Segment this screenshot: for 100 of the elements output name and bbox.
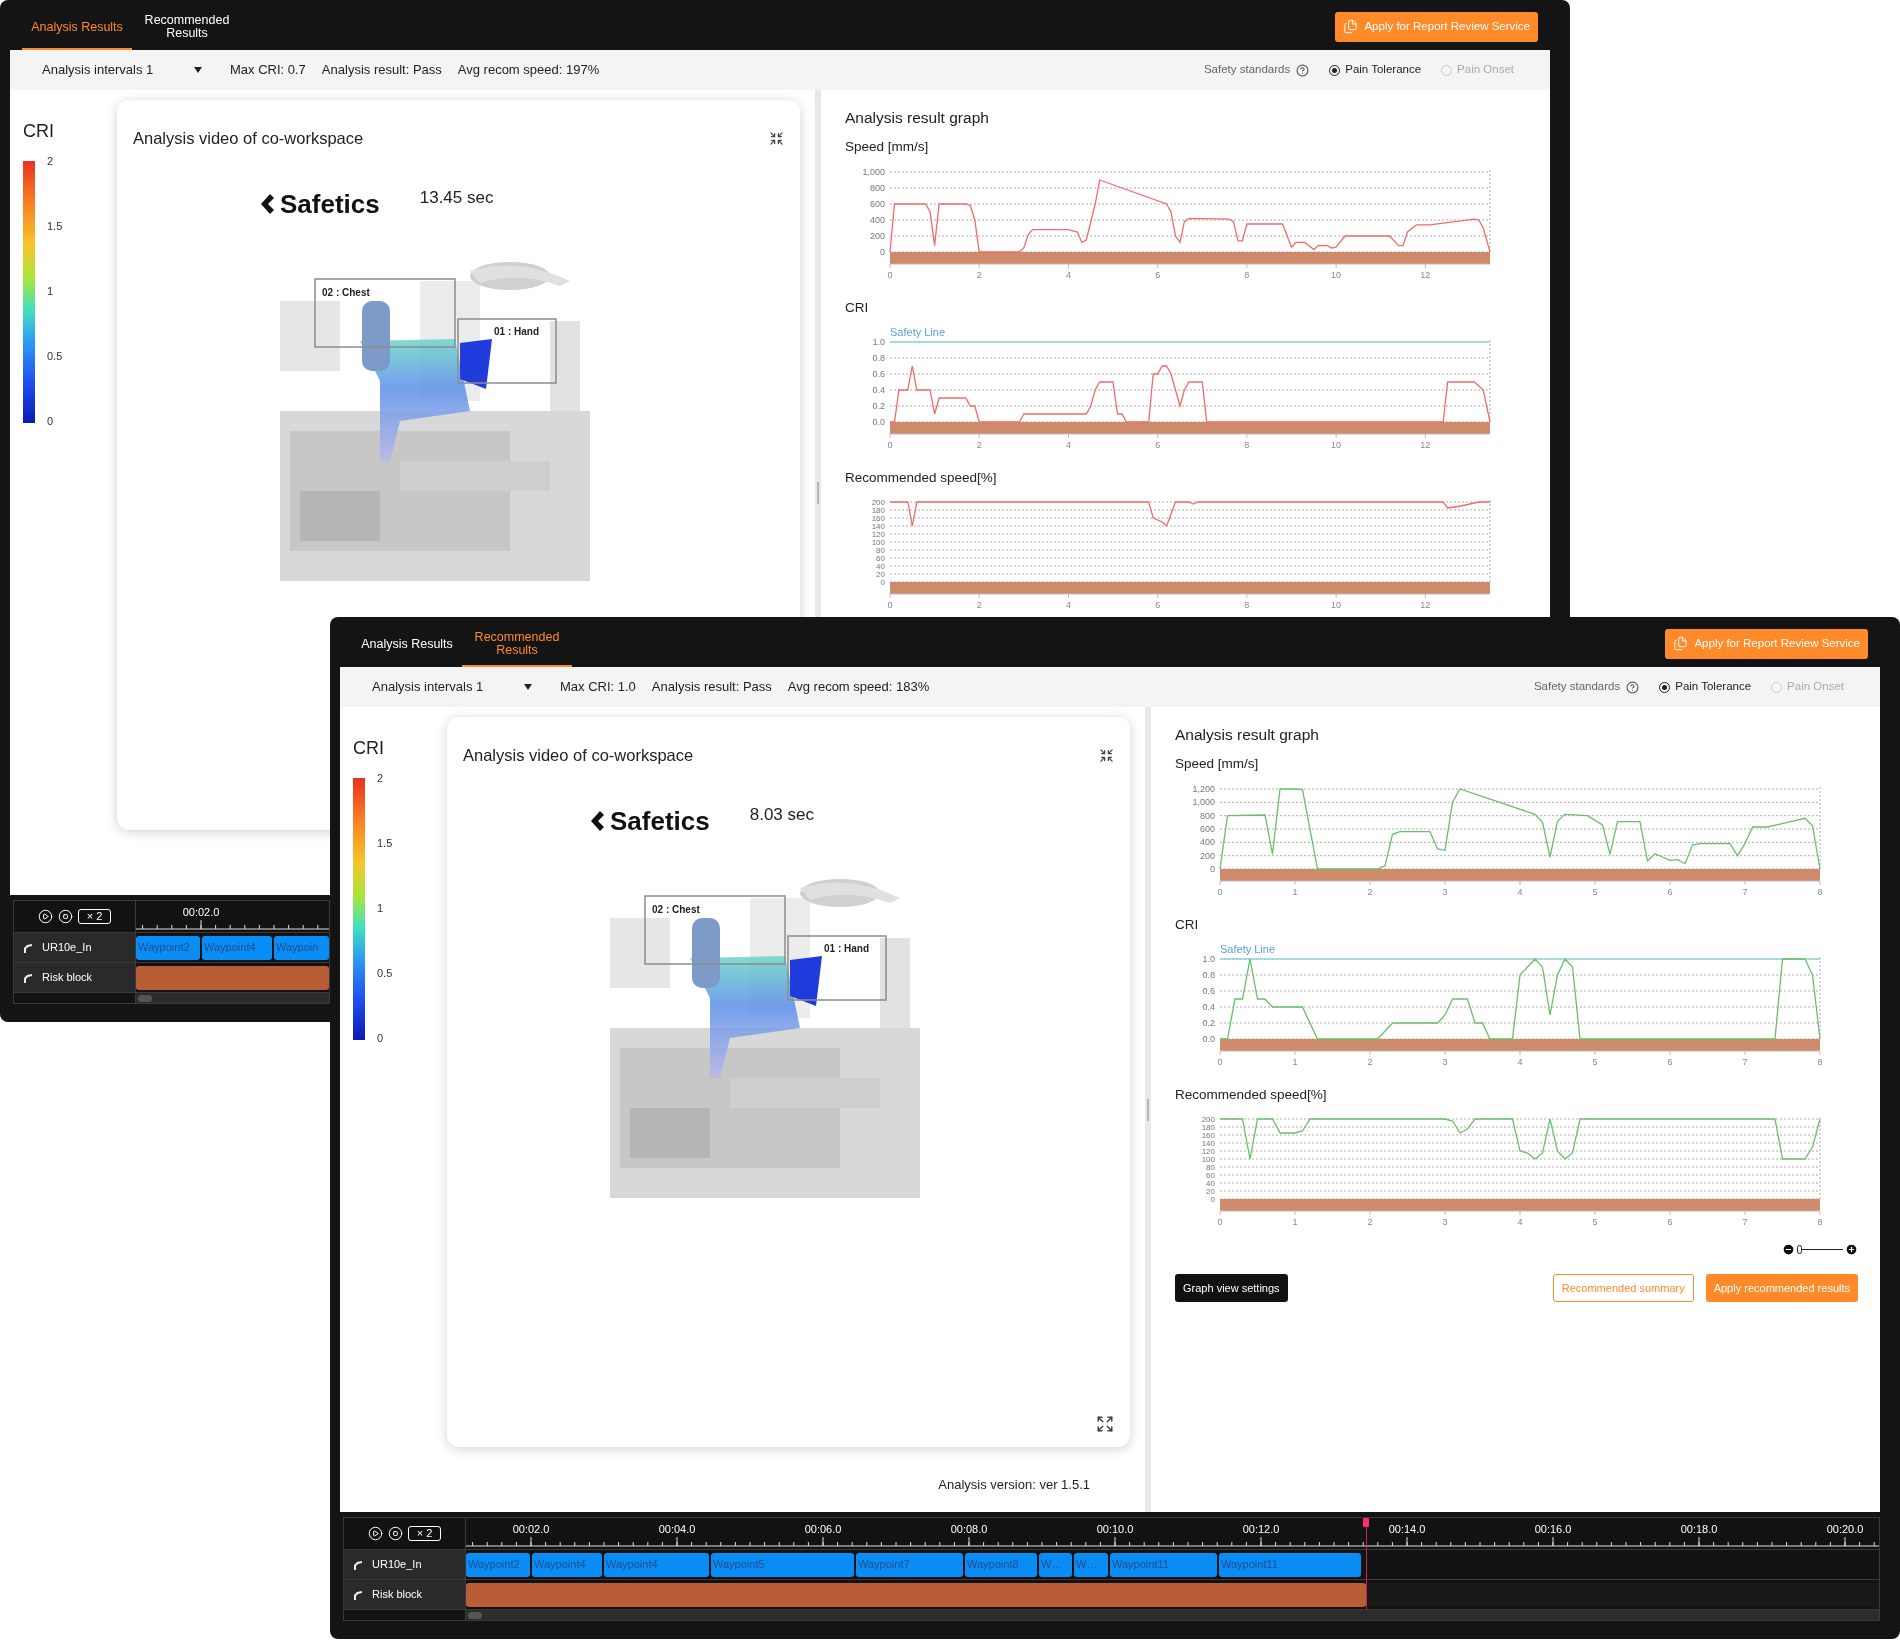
y-tick-label: 200	[1201, 1115, 1215, 1124]
x-tick-label: 2	[976, 269, 982, 280]
robot-arm-icon	[352, 1588, 364, 1601]
x-tick-label: 10	[1331, 600, 1342, 610]
tab[interactable]: Recommended Results	[132, 6, 242, 50]
waypoint-block[interactable]: Waypoint7	[856, 1552, 963, 1577]
analysis-result-text: Analysis result: Pass	[321, 61, 442, 80]
time-tick-label: 00:06.0	[804, 1522, 842, 1537]
play-icon[interactable]	[367, 1526, 383, 1541]
y-tick-label: 1.0	[1202, 953, 1215, 964]
y-tick-label: 0	[880, 246, 885, 257]
action-button[interactable]: Graph view settings	[1175, 1274, 1288, 1302]
safety-standards-label: Safety standards	[1533, 679, 1621, 695]
x-tick-label: 3	[1442, 886, 1448, 897]
y-tick-label: 80	[1206, 1163, 1215, 1172]
x-tick-label: 2	[1367, 1056, 1373, 1067]
y-tick-label: 0.4	[1202, 1001, 1215, 1012]
body-region-label: 02 : Chest	[652, 902, 700, 917]
body-region-label: 01 : Hand	[824, 941, 869, 956]
help-icon[interactable]	[1626, 680, 1640, 694]
report-review-button[interactable]: Apply for Report Review Service	[1665, 628, 1868, 659]
action-button[interactable]: Recommended summary	[1552, 1274, 1694, 1302]
y-tick-label: 100	[1201, 1155, 1215, 1164]
y-tick-label: 1,000	[862, 166, 885, 177]
x-tick-label: 0	[887, 439, 893, 450]
zoom-in-icon[interactable]	[1845, 1243, 1858, 1256]
x-tick-label: 7	[1742, 886, 1748, 897]
y-tick-label: 0.6	[1202, 985, 1215, 996]
track-label: UR10e_In	[372, 1557, 422, 1573]
time-tick-label: 00:02.0	[182, 905, 220, 920]
body-region-label: 02 : Chest	[322, 285, 370, 300]
waypoint-block[interactable]: Waypoint8	[965, 1552, 1037, 1577]
legend-title: CRI	[23, 120, 55, 143]
chart-title: Recommended speed[%]	[1175, 1085, 1328, 1104]
playhead-handle[interactable]	[1363, 1518, 1370, 1527]
y-tick-label: 0.6	[872, 368, 885, 379]
waypoint-block[interactable]: Waypoint4	[202, 935, 272, 960]
y-tick-label: 20	[876, 570, 885, 579]
waypoint-block[interactable]: Waypoin	[274, 935, 329, 960]
stop-icon[interactable]	[387, 1526, 403, 1541]
waypoint-block[interactable]: Waypoint11	[1110, 1552, 1217, 1577]
horizontal-scrollbar[interactable]	[466, 1610, 1879, 1620]
waypoint-block[interactable]: Waypoint4	[532, 1552, 602, 1577]
collapse-icon[interactable]	[769, 130, 784, 146]
caret-down-icon	[524, 684, 532, 690]
zoom-slider[interactable]	[1797, 1245, 1843, 1254]
expand-icon[interactable]	[1096, 1415, 1114, 1433]
report-review-button[interactable]: Apply for Report Review Service	[1335, 11, 1538, 42]
stop-icon[interactable]	[57, 909, 73, 924]
waypoint-block[interactable]: W…	[1074, 1552, 1108, 1577]
waypoint-block[interactable]: Waypoint4	[604, 1552, 709, 1577]
scale-tick-label: 1.5	[47, 220, 63, 232]
playback-speed-button[interactable]: × 2	[407, 1526, 442, 1541]
time-tick-label: 00:04.0	[658, 1522, 696, 1537]
y-tick-label: 60	[1206, 1171, 1215, 1180]
zoom-out-icon[interactable]	[1782, 1243, 1795, 1256]
y-tick-label: 160	[871, 514, 885, 523]
zoom-slider-thumb[interactable]	[1797, 1245, 1802, 1254]
waypoint-block[interactable]: Waypoint2	[136, 935, 200, 960]
x-tick-label: 3	[1442, 1056, 1448, 1067]
waypoint-block[interactable]: W…	[1039, 1552, 1072, 1577]
waypoint-block[interactable]: Waypoint5	[711, 1552, 854, 1577]
waypoint-block[interactable]: Waypoint2	[466, 1552, 530, 1577]
y-tick-label: 0.2	[1202, 1017, 1215, 1028]
y-tick-label: 400	[869, 214, 885, 225]
radio-label: Pain Tolerance	[1675, 679, 1752, 695]
playback-speed-button[interactable]: × 2	[77, 909, 112, 924]
x-tick-label: 8	[1817, 886, 1823, 897]
brand-logo: Safetics	[280, 190, 380, 217]
y-tick-label: 100	[871, 538, 885, 547]
waypoint-block[interactable]: Waypoint11	[1219, 1552, 1361, 1577]
y-tick-label: 120	[1201, 1147, 1215, 1156]
y-tick-label: 20	[1206, 1187, 1215, 1196]
x-tick-label: 6	[1155, 439, 1161, 450]
x-tick-label: 6	[1667, 1056, 1673, 1067]
y-tick-label: 0	[1210, 863, 1215, 874]
time-tick-label: 00:16.0	[1534, 1522, 1572, 1537]
play-icon[interactable]	[37, 909, 53, 924]
scale-tick-label: 1	[377, 902, 385, 914]
x-tick-label: 12	[1420, 439, 1431, 450]
safety-line-label: Safety Line	[890, 325, 946, 338]
collapse-icon[interactable]	[1099, 747, 1114, 763]
video-time: 8.03 sec	[749, 803, 814, 826]
x-tick-label: 1	[1292, 1217, 1298, 1227]
x-tick-label: 6	[1155, 269, 1161, 280]
document-icon	[1343, 19, 1359, 34]
action-button[interactable]: Apply recommended results	[1705, 1274, 1858, 1302]
scale-tick-label: 0.5	[377, 967, 393, 979]
y-tick-label: 140	[1201, 1139, 1215, 1148]
interval-dropdown[interactable]: Analysis intervals 1	[372, 677, 532, 697]
y-tick-label: 200	[1199, 850, 1215, 861]
y-tick-label: 160	[1201, 1131, 1215, 1140]
horizontal-scrollbar[interactable]	[136, 993, 329, 1003]
interval-dropdown[interactable]: Analysis intervals 1	[42, 60, 202, 80]
help-icon[interactable]	[1296, 63, 1310, 77]
x-tick-label: 0	[1217, 1217, 1223, 1227]
tab[interactable]: Analysis Results	[352, 623, 462, 667]
max-cri-text: Max CRI: 1.0	[560, 678, 636, 697]
y-tick-label: 140	[871, 522, 885, 531]
y-tick-label: 800	[869, 182, 885, 193]
